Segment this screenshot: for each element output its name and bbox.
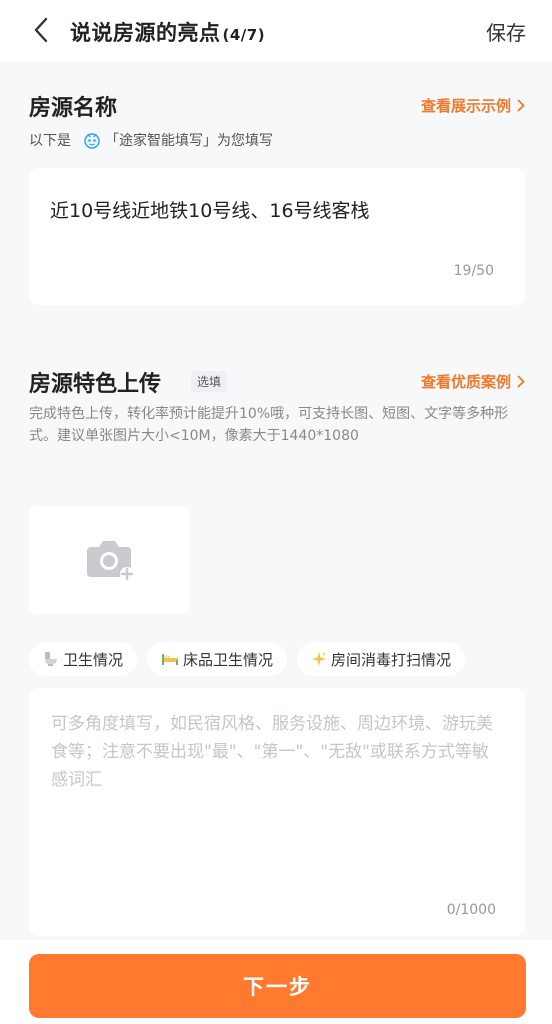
feature-description: 完成特色上传，转化率预计能提升10%哦，可支持长图、短图、文字等多种形式。建议单… (29, 406, 509, 444)
chip-hygiene[interactable]: 卫生情况 (29, 642, 138, 676)
top-bar: 说说房源的亮点 (4/7) 保存 (0, 0, 552, 62)
suggestion-chips: 卫生情况 床品卫生情况 房间消毒打扫情况 (29, 642, 466, 676)
page-title-text: 说说房源的亮点 (70, 21, 221, 45)
chip-disinfection[interactable]: 房间消毒打扫情况 (297, 642, 466, 676)
add-photo-button[interactable] (29, 506, 190, 614)
view-example-label: 查看展示示例 (420, 97, 511, 115)
hint-suffix: 「途家智能填写」为您填写 (105, 133, 273, 149)
chevron-right-icon (517, 375, 525, 388)
feature-section-title: 房源特色上传 (29, 372, 162, 397)
bed-icon (162, 654, 179, 665)
listing-name-value: 近10号线近地铁10号线、16号线客栈 (50, 200, 370, 222)
chevron-right-icon (517, 99, 525, 112)
sparkle-icon (312, 652, 327, 666)
optional-badge: 选填 (191, 371, 228, 392)
name-char-counter: 19/50 (453, 263, 494, 279)
back-button[interactable] (28, 16, 54, 44)
toilet-icon (45, 652, 57, 666)
listing-name-input[interactable]: 近10号线近地铁10号线、16号线客栈 19/50 (29, 168, 525, 305)
feature-char-counter: 0/1000 (446, 902, 496, 918)
mascot-icon (83, 131, 101, 149)
view-example-link[interactable]: 查看展示示例 (421, 95, 525, 116)
step-indicator: (4/7) (222, 26, 266, 44)
name-section-title: 房源名称 (29, 96, 118, 121)
hint-prefix: 以下是 (29, 133, 71, 149)
feature-textarea[interactable]: 可多角度填写，如民宿风格、服务设施、周边环境、游玩美食等；注意不要出现"最"、"… (29, 688, 525, 936)
chip-disinfection-label: 房间消毒打扫情况 (331, 650, 452, 669)
save-button[interactable]: 保存 (486, 17, 526, 46)
chip-hygiene-label: 卫生情况 (63, 650, 124, 669)
chevron-left-icon (34, 17, 48, 43)
view-quality-cases-label: 查看优质案例 (420, 373, 511, 391)
view-quality-cases-link[interactable]: 查看优质案例 (421, 371, 525, 392)
smart-fill-hint: 以下是 「途家智能填写」为您填写 (29, 130, 273, 150)
chip-bedding-label: 床品卫生情况 (183, 650, 274, 669)
next-step-button[interactable]: 下一步 (29, 954, 526, 1018)
page-title: 说说房源的亮点 (4/7) (70, 17, 265, 47)
camera-add-icon (86, 541, 134, 581)
feature-textarea-placeholder: 可多角度填写，如民宿风格、服务设施、周边环境、游玩美食等；注意不要出现"最"、"… (51, 714, 493, 790)
bottom-bar: 下一步 (0, 940, 552, 1024)
chip-bedding[interactable]: 床品卫生情况 (147, 642, 288, 676)
